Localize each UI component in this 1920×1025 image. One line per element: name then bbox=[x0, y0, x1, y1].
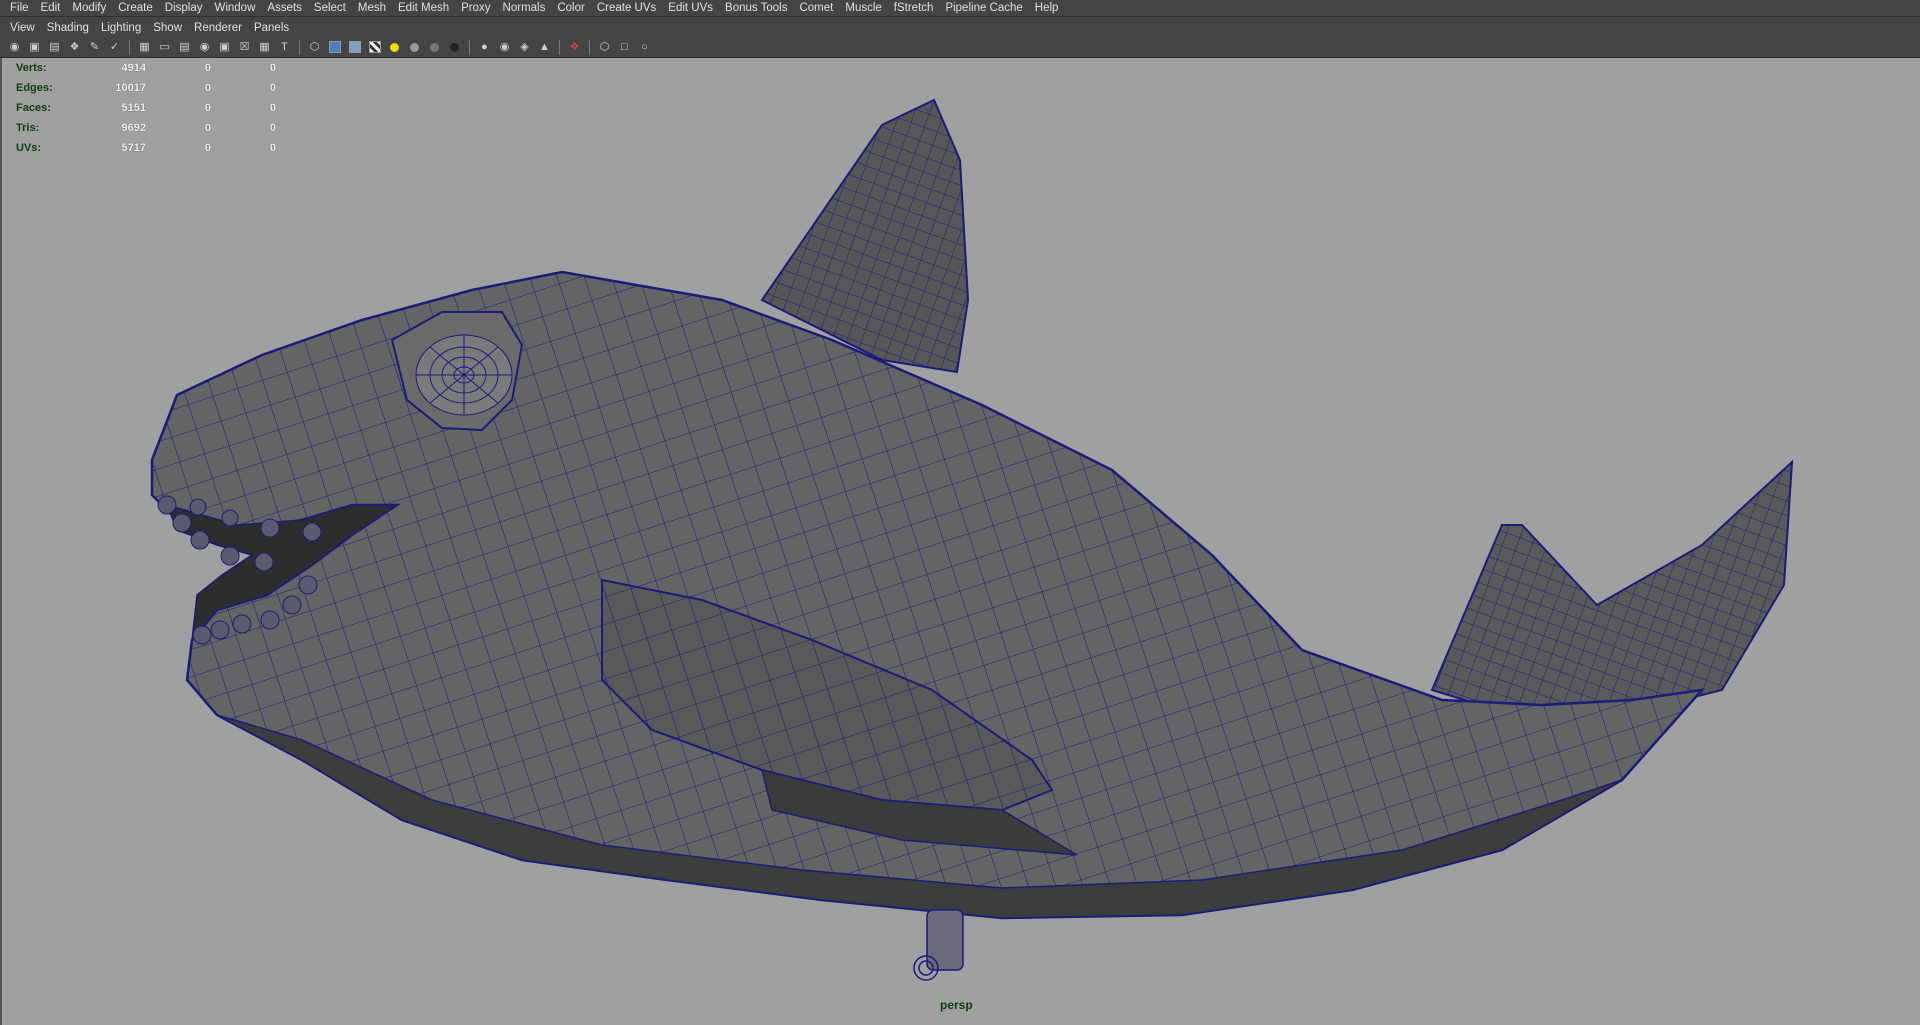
wireframe-on-shaded-icon[interactable] bbox=[346, 39, 363, 56]
xray-icon[interactable]: ● bbox=[476, 39, 493, 56]
resolution-gate-icon[interactable]: ▤ bbox=[176, 39, 193, 56]
main-menu-bar: File Edit Modify Create Display Window A… bbox=[0, 0, 1920, 17]
camera-tools-icon[interactable]: ✓ bbox=[106, 39, 123, 56]
eye-icon bbox=[415, 334, 513, 416]
hud-value: 9692 bbox=[121, 122, 146, 134]
isolate-select-icon[interactable]: ❖ bbox=[566, 39, 583, 56]
menu-select[interactable]: Select bbox=[308, 0, 352, 17]
menu-file[interactable]: File bbox=[4, 0, 35, 17]
hud-row-edges: Edges: 10017 0 0 bbox=[16, 78, 276, 98]
panel-menu-panels[interactable]: Panels bbox=[248, 22, 295, 34]
hud-selected: 0 bbox=[204, 142, 211, 154]
panel-menu-show[interactable]: Show bbox=[147, 22, 188, 34]
hud-row-uvs: UVs: 5717 0 0 bbox=[16, 138, 276, 158]
frame-all-icon[interactable]: ⬡ bbox=[596, 39, 613, 56]
perspective-viewport[interactable]: Verts: 4914 0 0 Edges: 10017 0 0 Faces: … bbox=[0, 58, 1920, 1025]
grid-icon[interactable]: ▦ bbox=[136, 39, 153, 56]
toolbar-divider bbox=[129, 39, 130, 55]
textured-icon[interactable] bbox=[366, 39, 383, 56]
hud-label: Faces: bbox=[16, 102, 51, 114]
menu-fstretch[interactable]: fStretch bbox=[888, 0, 940, 17]
menu-proxy[interactable]: Proxy bbox=[455, 0, 496, 17]
film-gate-icon[interactable]: ▭ bbox=[156, 39, 173, 56]
hud-selected: 0 bbox=[204, 122, 211, 134]
hud-value: 5151 bbox=[121, 102, 146, 114]
menu-comet[interactable]: Comet bbox=[793, 0, 839, 17]
2d-pan-icon[interactable]: ❖ bbox=[66, 39, 83, 56]
hud-component: 0 bbox=[269, 122, 276, 134]
menu-bonus-tools[interactable]: Bonus Tools bbox=[719, 0, 793, 17]
hud-value: 5717 bbox=[121, 142, 146, 154]
bookmark-icon[interactable]: ▣ bbox=[26, 39, 43, 56]
image-plane-icon[interactable]: ▤ bbox=[46, 39, 63, 56]
panel-menu-bar: View Shading Lighting Show Renderer Pane… bbox=[0, 18, 1920, 37]
menu-muscle[interactable]: Muscle bbox=[839, 0, 887, 17]
menu-assets[interactable]: Assets bbox=[261, 0, 308, 17]
toolbar-divider bbox=[469, 39, 470, 55]
menu-window[interactable]: Window bbox=[208, 0, 261, 17]
safe-title-icon[interactable]: ▦ bbox=[256, 39, 273, 56]
hud-component: 0 bbox=[269, 102, 276, 114]
toolbar-divider bbox=[559, 39, 560, 55]
grease-pencil-icon[interactable]: ✎ bbox=[86, 39, 103, 56]
menu-help[interactable]: Help bbox=[1029, 0, 1065, 17]
menu-edit[interactable]: Edit bbox=[35, 0, 67, 17]
hud-value: 4914 bbox=[121, 62, 146, 74]
smooth-shade-icon[interactable] bbox=[326, 39, 343, 56]
backface-icon[interactable]: ▲ bbox=[536, 39, 553, 56]
wireframe-icon[interactable]: ⬡ bbox=[306, 39, 323, 56]
orca-mesh-model[interactable] bbox=[2, 58, 1920, 1025]
hud-selected: 0 bbox=[204, 62, 211, 74]
xray-components-icon[interactable]: ◈ bbox=[516, 39, 533, 56]
pipeline-icon[interactable]: ○ bbox=[636, 39, 653, 56]
ambient-occlusion-icon[interactable] bbox=[426, 39, 443, 56]
hud-label: Edges: bbox=[16, 82, 53, 94]
field-chart-icon[interactable]: ▣ bbox=[216, 39, 233, 56]
menu-create[interactable]: Create bbox=[112, 0, 159, 17]
menu-normals[interactable]: Normals bbox=[497, 0, 552, 17]
hud-label: Verts: bbox=[16, 62, 47, 74]
hud-selected: 0 bbox=[204, 102, 211, 114]
poly-count-hud: Verts: 4914 0 0 Edges: 10017 0 0 Faces: … bbox=[16, 58, 276, 158]
menu-modify[interactable]: Modify bbox=[66, 0, 112, 17]
hud-label: UVs: bbox=[16, 142, 42, 154]
safe-action-icon[interactable]: ☒ bbox=[236, 39, 253, 56]
use-lights-icon[interactable] bbox=[386, 39, 403, 56]
panel-menu-lighting[interactable]: Lighting bbox=[95, 22, 147, 34]
frame-selected-icon[interactable]: □ bbox=[616, 39, 633, 56]
panel-menu-renderer[interactable]: Renderer bbox=[188, 22, 248, 34]
panel-menu-view[interactable]: View bbox=[4, 22, 41, 34]
menu-mesh[interactable]: Mesh bbox=[352, 0, 392, 17]
camera-attributes-icon[interactable]: ◉ bbox=[6, 39, 23, 56]
panel-menu-shading[interactable]: Shading bbox=[41, 22, 95, 34]
camera-name-label: persp bbox=[940, 998, 973, 1012]
menu-display[interactable]: Display bbox=[159, 0, 209, 17]
menu-color[interactable]: Color bbox=[551, 0, 590, 17]
text-t-icon[interactable]: T bbox=[276, 39, 293, 56]
menu-create-uvs[interactable]: Create UVs bbox=[591, 0, 662, 17]
hud-component: 0 bbox=[269, 62, 276, 74]
anti-aliasing-icon[interactable] bbox=[446, 39, 463, 56]
menu-pipeline-cache[interactable]: Pipeline Cache bbox=[939, 0, 1028, 17]
xray-joints-icon[interactable]: ◉ bbox=[496, 39, 513, 56]
hud-selected: 0 bbox=[204, 82, 211, 94]
hud-row-faces: Faces: 5151 0 0 bbox=[16, 98, 276, 118]
rig-hook-icon bbox=[913, 909, 964, 981]
hud-label: Tris: bbox=[16, 122, 40, 134]
hud-component: 0 bbox=[269, 82, 276, 94]
toolbar-divider bbox=[299, 39, 300, 55]
hud-row-tris: Tris: 9692 0 0 bbox=[16, 118, 276, 138]
panel-toolbar: ◉ ▣ ▤ ❖ ✎ ✓ ▦ ▭ ▤ ◉ ▣ ☒ ▦ T ⬡ ● ◉ ◈ ▲ ❖ … bbox=[0, 37, 1920, 58]
hud-component: 0 bbox=[269, 142, 276, 154]
menu-edit-uvs[interactable]: Edit UVs bbox=[662, 0, 719, 17]
hud-value: 10017 bbox=[115, 82, 146, 94]
toolbar-divider bbox=[589, 39, 590, 55]
menu-edit-mesh[interactable]: Edit Mesh bbox=[392, 0, 455, 17]
shadows-icon[interactable] bbox=[406, 39, 423, 56]
gate-mask-icon[interactable]: ◉ bbox=[196, 39, 213, 56]
hud-row-verts: Verts: 4914 0 0 bbox=[16, 58, 276, 78]
